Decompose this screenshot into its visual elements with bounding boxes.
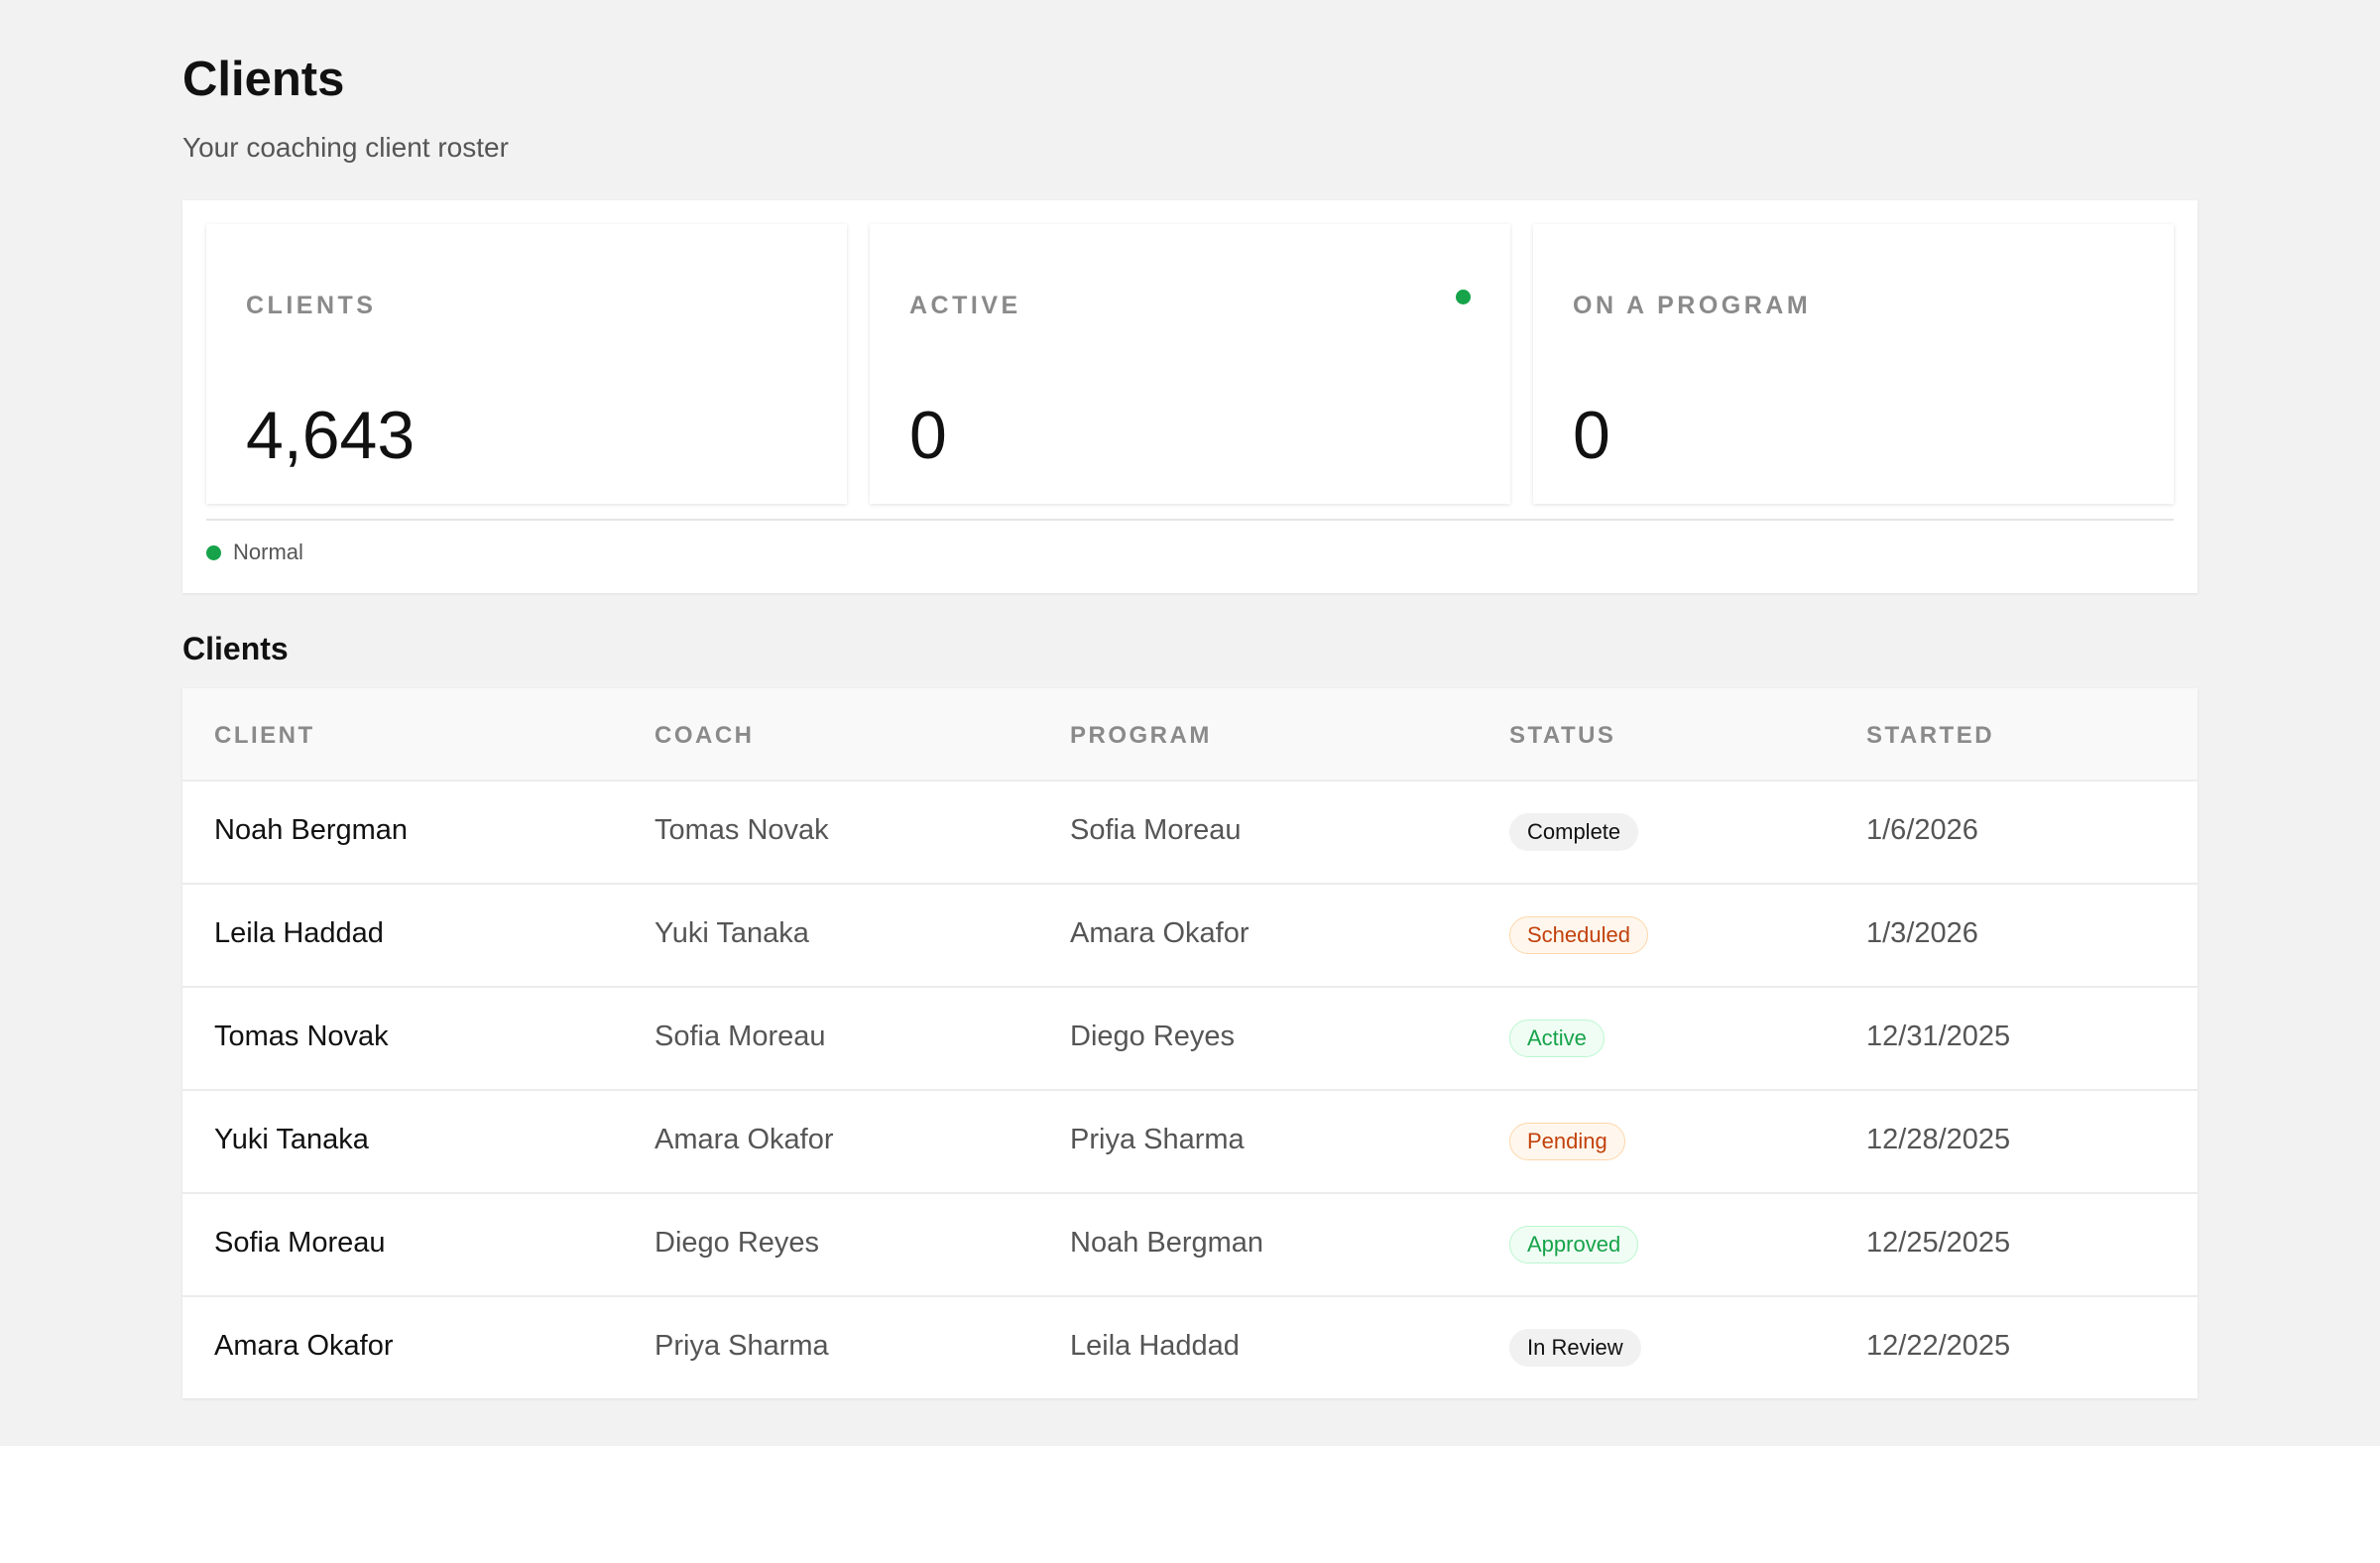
- status-badge: Pending: [1509, 1123, 1625, 1160]
- stat-card-on-a-program: ON A PROGRAM 0: [1533, 224, 2174, 504]
- coach-name: Amara Okafor: [654, 1124, 834, 1155]
- table-row[interactable]: Noah Bergman Tomas Novak Sofia Moreau Co…: [182, 780, 2198, 883]
- stat-label: CLIENTS: [246, 292, 377, 319]
- started-date: 12/31/2025: [1866, 1021, 2011, 1052]
- coach-name: Priya Sharma: [654, 1330, 829, 1362]
- client-name: Noah Bergman: [214, 814, 409, 846]
- status-badge: Complete: [1509, 813, 1639, 851]
- program-name: Diego Reyes: [1070, 1021, 1236, 1052]
- started-date: 1/3/2026: [1866, 917, 1978, 949]
- panel-divider: [206, 519, 2174, 521]
- coach-name: Diego Reyes: [654, 1227, 820, 1259]
- program-name: Amara Okafor: [1070, 917, 1250, 949]
- program-name: Noah Bergman: [1070, 1227, 1264, 1259]
- client-name: Leila Haddad: [214, 917, 384, 949]
- program-name: Leila Haddad: [1070, 1330, 1240, 1362]
- stat-label: ON A PROGRAM: [1573, 292, 1812, 319]
- table-row[interactable]: Yuki Tanaka Amara Okafor Priya Sharma Pe…: [182, 1089, 2198, 1192]
- status-badge: Active: [1509, 1020, 1605, 1057]
- section-title: Clients: [182, 631, 289, 666]
- program-name: Sofia Moreau: [1070, 814, 1242, 846]
- column-header-started[interactable]: STARTED: [1866, 722, 1994, 750]
- client-name: Sofia Moreau: [214, 1227, 386, 1259]
- coach-name: Sofia Moreau: [654, 1021, 826, 1052]
- table-row[interactable]: Leila Haddad Yuki Tanaka Amara Okafor Sc…: [182, 883, 2198, 986]
- client-name: Yuki Tanaka: [214, 1124, 369, 1155]
- column-header-coach[interactable]: COACH: [654, 722, 755, 750]
- stat-card-active: ACTIVE 0: [870, 224, 1510, 504]
- page-title: Clients: [182, 53, 345, 106]
- stat-label: ACTIVE: [909, 292, 1021, 319]
- program-name: Priya Sharma: [1070, 1124, 1245, 1155]
- column-header-client[interactable]: CLIENT: [214, 722, 315, 750]
- started-date: 12/22/2025: [1866, 1330, 2011, 1362]
- client-name: Tomas Novak: [214, 1021, 389, 1052]
- started-date: 12/28/2025: [1866, 1124, 2011, 1155]
- stat-value: 4,643: [246, 398, 416, 473]
- started-date: 12/25/2025: [1866, 1227, 2011, 1259]
- status-badge: Approved: [1509, 1226, 1639, 1263]
- table-row[interactable]: Tomas Novak Sofia Moreau Diego Reyes Act…: [182, 986, 2198, 1089]
- panel-status-text: Normal: [233, 540, 303, 564]
- clients-table: CLIENT COACH PROGRAM STATUS STARTED Noah…: [182, 688, 2198, 1398]
- coach-name: Tomas Novak: [654, 814, 829, 846]
- table-header: CLIENT COACH PROGRAM STATUS STARTED: [182, 688, 2198, 780]
- started-date: 1/6/2026: [1866, 814, 1978, 846]
- coach-name: Yuki Tanaka: [654, 917, 809, 949]
- stats-panel: CLIENTS 4,643 ACTIVE 0 ON A PROGRAM 0 No…: [182, 200, 2198, 593]
- table-row[interactable]: Sofia Moreau Diego Reyes Noah Bergman Ap…: [182, 1192, 2198, 1295]
- column-header-status[interactable]: STATUS: [1509, 722, 1615, 750]
- active-indicator-dot-icon: [1456, 290, 1471, 304]
- stat-card-clients: CLIENTS 4,643: [206, 224, 847, 504]
- stat-value: 0: [909, 398, 947, 473]
- table-row[interactable]: Amara Okafor Priya Sharma Leila Haddad I…: [182, 1295, 2198, 1398]
- page-subtitle: Your coaching client roster: [182, 132, 509, 163]
- column-header-program[interactable]: PROGRAM: [1070, 722, 1212, 750]
- status-dot-icon: [206, 544, 221, 560]
- stat-value: 0: [1573, 398, 1610, 473]
- status-badge: Scheduled: [1509, 916, 1648, 954]
- client-name: Amara Okafor: [214, 1330, 394, 1362]
- status-badge: In Review: [1509, 1329, 1641, 1367]
- panel-status: Normal: [206, 540, 303, 565]
